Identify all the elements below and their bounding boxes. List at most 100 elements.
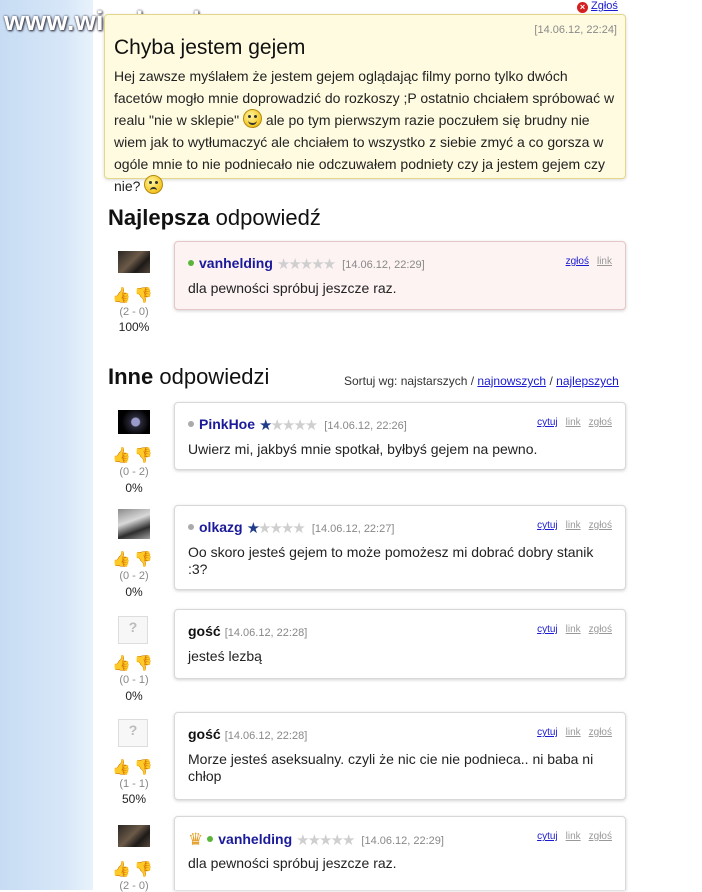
avatar[interactable] xyxy=(118,251,150,273)
rating-stars-icon: ★★★★★ xyxy=(276,256,336,273)
answer-date: [14.06.12, 22:27] xyxy=(311,523,395,535)
crown-icon: ♛ xyxy=(188,830,204,849)
thumbs-down-icon[interactable]: 👎 xyxy=(134,447,153,464)
answer-date: [14.06.12, 22:29] xyxy=(342,259,425,271)
answer-links: cytuj link zgłoś xyxy=(529,831,612,842)
answer-text: Uwierz mi, jakbyś mnie spotkał, byłbyś g… xyxy=(188,441,538,457)
answer-card: gość [14.06.12, 22:28] cytuj link zgłoś jes… xyxy=(174,609,626,679)
answer-header: ♛ vanhelding ★★★★★ [14.06.12, 22:29] xyxy=(188,830,444,850)
sort-options: Sortuj wg: najstarszych / najnowszych / … xyxy=(344,374,619,388)
username-link[interactable]: vanhelding xyxy=(199,255,273,271)
answer-card: ♛ vanhelding ★★★★★ [14.06.12, 22:29] cytuj l… xyxy=(174,816,626,890)
quote-link[interactable]: cytuj xyxy=(537,727,558,738)
thumbs-up-icon[interactable]: 👍 xyxy=(112,551,131,568)
thumbs-down-icon[interactable]: 👎 xyxy=(134,551,153,568)
vote-score: (0 - 2) xyxy=(119,466,149,478)
vote-percent: 0% xyxy=(125,585,143,599)
answer-text: dla pewności spróbuj jeszcze raz. xyxy=(188,855,397,871)
answer-links: cytuj link zgłoś xyxy=(529,520,612,531)
vote-buttons: 👍 👎 xyxy=(112,447,156,465)
quote-link[interactable]: cytuj xyxy=(537,520,558,531)
thumbs-down-icon[interactable]: 👎 xyxy=(134,861,153,878)
answer-header: gość [14.06.12, 22:28] xyxy=(188,726,307,742)
guest-name: gość xyxy=(188,623,221,639)
answer-header: olkazg ★★★★★ [14.06.12, 22:27] xyxy=(188,519,394,537)
permalink[interactable]: link xyxy=(566,727,581,738)
username-link[interactable]: olkazg xyxy=(199,519,243,535)
answer-text: jesteś lezbą xyxy=(188,648,262,664)
answer-links: cytuj link zgłoś xyxy=(529,624,612,635)
left-sidebar-bg xyxy=(0,0,93,890)
thumbs-up-icon[interactable]: 👍 xyxy=(112,655,131,672)
vote-percent: 50% xyxy=(121,792,147,806)
answer-date: [14.06.12, 22:26] xyxy=(324,420,407,432)
rating-stars-icon: ★★★★★ xyxy=(259,417,318,434)
permalink[interactable]: link xyxy=(566,520,581,531)
smile-emoji-icon xyxy=(243,109,263,128)
permalink[interactable]: link xyxy=(566,624,581,635)
username-link[interactable]: PinkHoe xyxy=(199,416,255,432)
vote-score: (0 - 2) xyxy=(119,570,149,582)
vote-score: (2 - 0) xyxy=(119,880,149,892)
vote-score: (2 - 0) xyxy=(119,306,149,318)
thumbs-up-icon[interactable]: 👍 xyxy=(112,861,131,878)
report-link[interactable]: zgłoś xyxy=(589,624,612,635)
guest-avatar-icon: ? xyxy=(118,616,148,644)
best-answer-heading: Najlepsza odpowiedź xyxy=(108,205,321,230)
guest-avatar-icon: ? xyxy=(118,719,148,747)
sort-best-link[interactable]: najlepszych xyxy=(556,374,619,388)
report-link[interactable]: zgłoś xyxy=(589,831,612,842)
answer-card: olkazg ★★★★★ [14.06.12, 22:27] cytuj link zg… xyxy=(174,505,626,590)
report-link[interactable]: zgłoś xyxy=(589,417,612,428)
report-link[interactable]: zgłoś xyxy=(589,520,612,531)
thumbs-up-icon[interactable]: 👍 xyxy=(112,447,131,464)
answer-header: vanhelding ★★★★★ [14.06.12, 22:29] xyxy=(188,255,425,273)
answer-links: cytuj link zgłoś xyxy=(529,727,612,738)
thumbs-down-icon[interactable]: 👎 xyxy=(134,287,153,304)
sort-label: Sortuj wg: najstarszych / xyxy=(344,374,475,388)
thumbs-down-icon[interactable]: 👎 xyxy=(134,759,153,776)
username-link[interactable]: vanhelding xyxy=(218,831,292,847)
question-date: [14.06.12, 22:24] xyxy=(534,24,617,36)
rating-stars-icon: ★★★★★ xyxy=(246,520,306,537)
report-link[interactable]: zgłoś xyxy=(589,727,612,738)
answer-text: dla pewności spróbuj jeszcze raz. xyxy=(188,280,397,296)
question-title: Chyba jestem gejem xyxy=(114,36,306,59)
vote-buttons: 👍 👎 xyxy=(112,287,156,305)
best-answer-card: vanhelding ★★★★★ [14.06.12, 22:29] zgłoś li… xyxy=(174,241,626,310)
answer-date: [14.06.12, 22:28] xyxy=(224,730,308,742)
avatar[interactable] xyxy=(118,410,150,434)
vote-score: (1 - 1) xyxy=(119,778,149,790)
quote-link[interactable]: cytuj xyxy=(537,624,558,635)
rating-stars-icon: ★★★★★ xyxy=(296,832,355,849)
worried-emoji-icon xyxy=(144,175,164,194)
answer-text: Oo skoro jesteś gejem to może pomożesz m… xyxy=(188,544,594,577)
avatar[interactable] xyxy=(118,825,150,847)
answer-date: [14.06.12, 22:29] xyxy=(361,835,444,847)
report-icon: × xyxy=(577,2,588,13)
answer-date: [14.06.12, 22:28] xyxy=(224,627,308,639)
quote-link[interactable]: cytuj xyxy=(537,417,558,428)
sort-newest-link[interactable]: najnowszych xyxy=(477,374,546,388)
avatar[interactable] xyxy=(118,509,150,539)
vote-buttons: 👍 👎 xyxy=(112,551,156,569)
permalink[interactable]: link xyxy=(566,417,581,428)
report-link[interactable]: zgłoś xyxy=(566,256,589,267)
answer-header: gość [14.06.12, 22:28] xyxy=(188,623,307,639)
online-status-icon xyxy=(188,260,194,266)
answer-card: PinkHoe ★★★★★ [14.06.12, 22:26] cytuj link z… xyxy=(174,402,626,470)
answer-header: PinkHoe ★★★★★ [14.06.12, 22:26] xyxy=(188,416,407,434)
answer-links: cytuj link zgłoś xyxy=(529,417,612,428)
report-question-link[interactable]: × Zgłoś xyxy=(577,0,618,13)
permalink[interactable]: link xyxy=(566,831,581,842)
quote-link[interactable]: cytuj xyxy=(537,831,558,842)
question-box: [14.06.12, 22:24] Chyba jestem gejem Hej… xyxy=(104,14,626,194)
vote-percent: 0% xyxy=(125,689,143,703)
thumbs-up-icon[interactable]: 👍 xyxy=(112,287,131,304)
answer-card: gość [14.06.12, 22:28] cytuj link zgłoś Mor… xyxy=(174,712,626,800)
vote-percent: 100% xyxy=(118,320,150,334)
thumbs-down-icon[interactable]: 👎 xyxy=(134,655,153,672)
thumbs-up-icon[interactable]: 👍 xyxy=(112,759,131,776)
permalink[interactable]: link xyxy=(597,256,612,267)
vote-score: (0 - 1) xyxy=(119,674,149,686)
